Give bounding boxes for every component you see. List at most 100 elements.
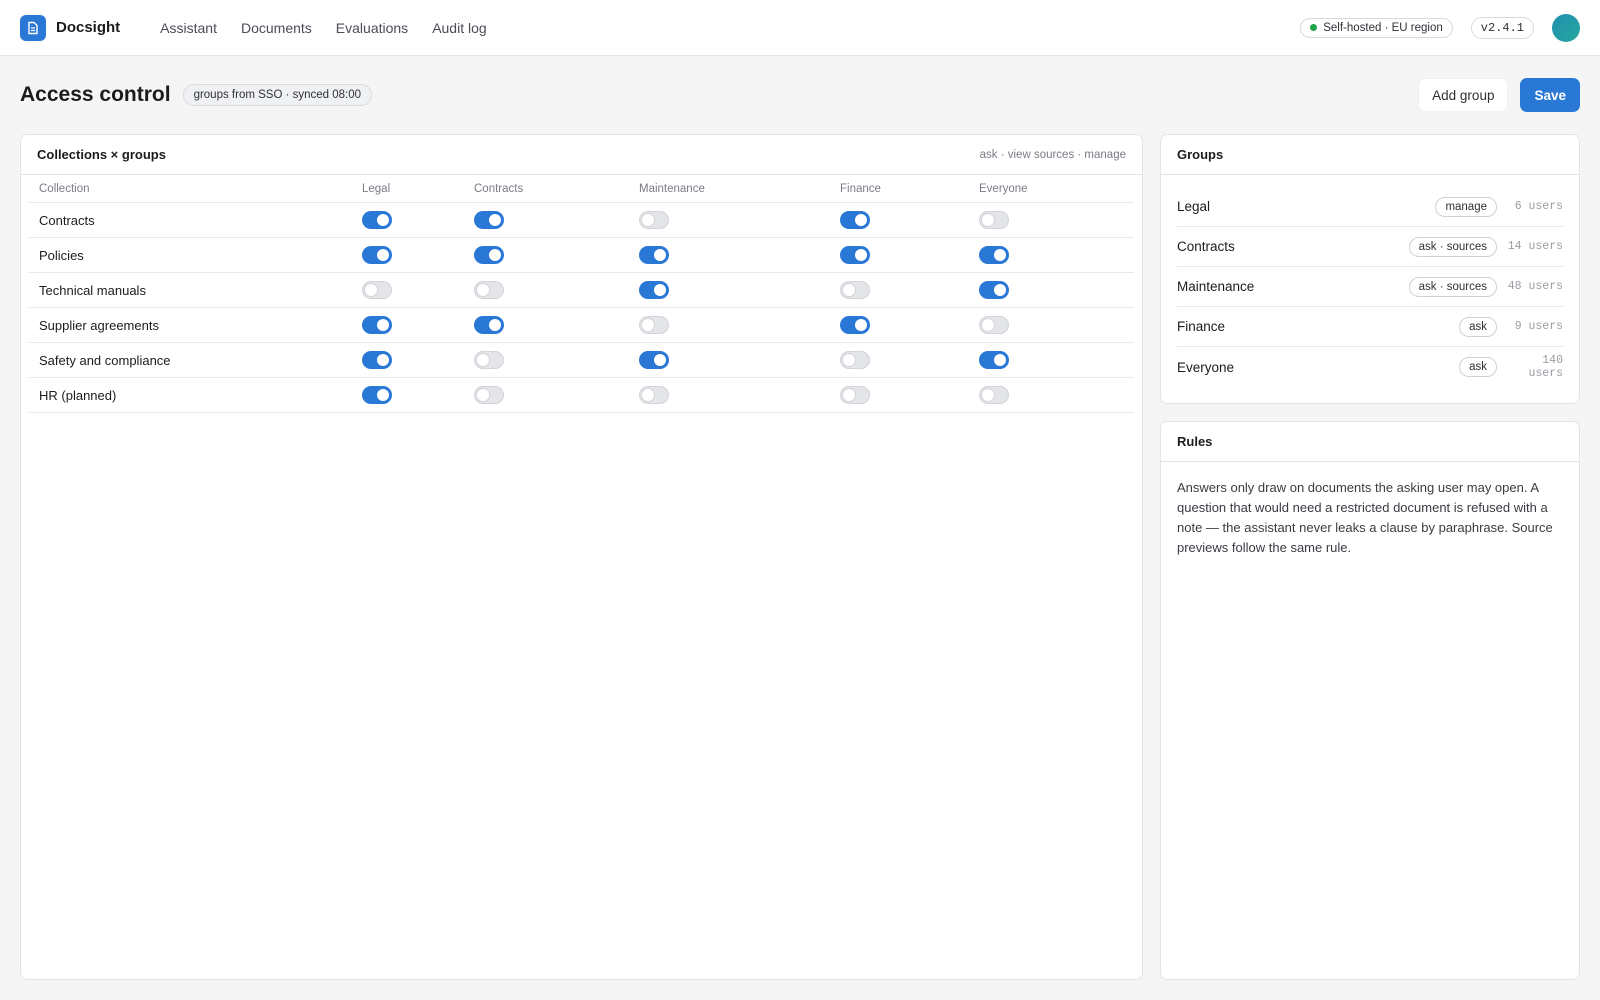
access-toggle-maintenance[interactable] — [639, 246, 669, 264]
access-cell — [840, 246, 979, 264]
access-toggle-maintenance[interactable] — [639, 351, 669, 369]
collection-name: Safety and compliance — [39, 352, 171, 368]
toggle-knob — [642, 214, 654, 226]
group-row[interactable]: Legal manage 6 users — [1177, 187, 1563, 227]
access-cell — [362, 281, 474, 299]
collection-name: Supplier agreements — [39, 317, 159, 333]
toggle-knob — [855, 214, 867, 226]
toggle-knob — [855, 249, 867, 261]
column-header-legal: Legal — [362, 182, 391, 195]
column-header-maintenance: Maintenance — [639, 182, 705, 195]
nav-item-evaluations[interactable]: Evaluations — [336, 20, 408, 36]
toggle-knob — [642, 319, 654, 331]
nav-item-documents[interactable]: Documents — [241, 20, 312, 36]
access-toggle-finance[interactable] — [840, 316, 870, 334]
access-toggle-everyone[interactable] — [979, 211, 1009, 229]
matrix-column-headers: Collection Legal Contracts Maintenance F… — [29, 175, 1134, 203]
toggle-knob — [489, 319, 501, 331]
access-toggle-maintenance[interactable] — [639, 316, 669, 334]
toggle-knob — [489, 214, 501, 226]
access-toggle-legal[interactable] — [362, 316, 392, 334]
groups-header: Groups — [1161, 135, 1579, 175]
rules-text: Answers only draw on documents the askin… — [1177, 480, 1553, 555]
toggle-knob — [994, 284, 1006, 296]
access-cell — [639, 281, 840, 299]
top-right: Self-hosted · EU region v2.4.1 — [1300, 13, 1580, 42]
access-toggle-everyone[interactable] — [979, 351, 1009, 369]
access-cell — [639, 351, 840, 369]
access-toggle-everyone[interactable] — [979, 386, 1009, 404]
toggle-knob — [654, 354, 666, 366]
access-cell — [979, 316, 1119, 334]
collection-name: Contracts — [39, 212, 95, 228]
access-toggle-legal[interactable] — [362, 281, 392, 299]
access-toggle-everyone[interactable] — [979, 316, 1009, 334]
avatar[interactable] — [1552, 13, 1580, 42]
main-nav: Assistant Documents Evaluations Audit lo… — [160, 20, 487, 36]
access-toggle-contracts[interactable] — [474, 316, 504, 334]
access-toggle-finance[interactable] — [840, 246, 870, 264]
group-meta: ask 140 users — [1459, 354, 1563, 380]
rules-title: Rules — [1177, 434, 1213, 449]
access-toggle-maintenance[interactable] — [639, 386, 669, 404]
access-cell — [979, 386, 1119, 404]
access-toggle-legal[interactable] — [362, 386, 392, 404]
column-header-finance: Finance — [840, 182, 881, 195]
access-toggle-maintenance[interactable] — [639, 281, 669, 299]
access-toggle-finance[interactable] — [840, 386, 870, 404]
table-row: Contracts — [29, 203, 1134, 238]
group-row[interactable]: Contracts ask · sources 14 users — [1177, 227, 1563, 267]
table-row: Safety and compliance — [29, 343, 1134, 378]
nav-item-assistant[interactable]: Assistant — [160, 20, 217, 36]
access-cell — [979, 211, 1119, 229]
access-toggle-contracts[interactable] — [474, 281, 504, 299]
sso-sync-badge: groups from SSO · synced 08:00 — [182, 84, 373, 106]
toggle-knob — [642, 389, 654, 401]
toggle-knob — [982, 214, 994, 226]
group-name: Everyone — [1177, 359, 1235, 375]
toggle-knob — [477, 354, 489, 366]
toggle-knob — [377, 249, 389, 261]
access-toggle-finance[interactable] — [840, 281, 870, 299]
permission-legend: ask · view sources · manage — [979, 148, 1126, 161]
access-toggle-contracts[interactable] — [474, 351, 504, 369]
rules-card: Rules Answers only draw on documents the… — [1160, 421, 1580, 980]
access-toggle-legal[interactable] — [362, 246, 392, 264]
table-row: HR (planned) — [29, 378, 1134, 413]
access-toggle-maintenance[interactable] — [639, 211, 669, 229]
access-cell — [474, 211, 639, 229]
access-cell — [362, 351, 474, 369]
access-cell — [474, 246, 639, 264]
add-group-button[interactable]: Add group — [1418, 78, 1509, 112]
access-toggle-contracts[interactable] — [474, 386, 504, 404]
access-cell — [474, 386, 639, 404]
access-toggle-finance[interactable] — [840, 211, 870, 229]
collections-matrix-card: Collections × groups ask · view sources … — [20, 134, 1143, 980]
docsight-logo-icon[interactable] — [20, 14, 46, 41]
access-toggle-legal[interactable] — [362, 211, 392, 229]
group-user-count: 6 users — [1514, 200, 1563, 213]
access-cell — [639, 211, 840, 229]
nav-item-audit-log[interactable]: Audit log — [432, 20, 486, 36]
toggle-knob — [365, 284, 377, 296]
matrix-title: Collections × groups — [37, 147, 166, 162]
side-panel: Groups Legal manage 6 users Contracts ask · … — [1160, 134, 1580, 980]
access-toggle-contracts[interactable] — [474, 246, 504, 264]
group-permission-badge: manage — [1435, 196, 1497, 217]
save-button[interactable]: Save — [1520, 78, 1580, 112]
access-toggle-everyone[interactable] — [979, 246, 1009, 264]
group-user-count: 14 users — [1507, 240, 1563, 253]
toggle-knob — [994, 354, 1006, 366]
access-toggle-contracts[interactable] — [474, 211, 504, 229]
group-permission-badge: ask · sources — [1408, 276, 1497, 297]
collection-name: Policies — [39, 247, 84, 263]
group-row[interactable]: Finance ask 9 users — [1177, 307, 1563, 347]
access-cell — [840, 281, 979, 299]
group-row[interactable]: Everyone ask 140 users — [1177, 347, 1563, 387]
hosting-label: Self-hosted · EU region — [1323, 21, 1443, 34]
access-toggle-legal[interactable] — [362, 351, 392, 369]
toggle-knob — [477, 389, 489, 401]
access-toggle-finance[interactable] — [840, 351, 870, 369]
group-row[interactable]: Maintenance ask · sources 48 users — [1177, 267, 1563, 307]
access-toggle-everyone[interactable] — [979, 281, 1009, 299]
